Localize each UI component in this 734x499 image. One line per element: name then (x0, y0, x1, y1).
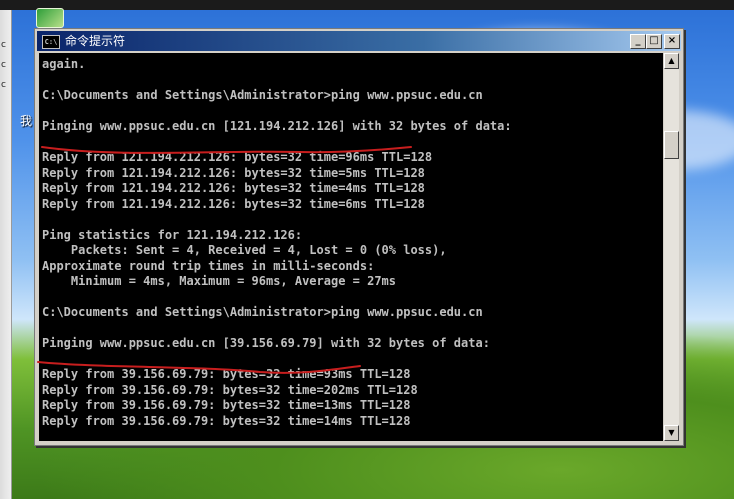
console-line: Reply from 121.194.212.126: bytes=32 tim… (42, 165, 425, 180)
console-line: Packets: Sent = 4, Received = 4, Lost = … (70, 243, 447, 257)
close-button[interactable]: × (664, 34, 680, 49)
console-line: Pinging www.ppsuc.edu.cn [39.156.69.79] … (42, 336, 490, 350)
console-line: Reply from 39.156.69.79: bytes=32 time=2… (42, 382, 418, 397)
console-line: again. (42, 57, 86, 71)
maximize-button[interactable]: □ (646, 34, 662, 49)
scroll-down-button[interactable]: ▼ (664, 425, 679, 441)
console-line: Reply from 39.156.69.79: bytes=32 time=1… (42, 413, 411, 428)
scroll-up-button[interactable]: ▲ (664, 53, 679, 69)
console-line: C:\Documents and Settings\Administrator>… (42, 88, 483, 102)
vertical-scrollbar[interactable]: ▲ ▼ (664, 53, 679, 441)
left-window-edge: c c c (0, 10, 12, 499)
console-line: Reply from 39.156.69.79: bytes=32 time=1… (42, 398, 411, 412)
console-text[interactable]: again. C:\Documents and Settings\Adminis… (39, 53, 663, 429)
console-line: Reply from 121.194.212.126: bytes=32 tim… (42, 181, 425, 195)
console-line: Approximate round trip times in milli-se… (42, 258, 375, 273)
console-line: Reply from 121.194.212.126: bytes=32 tim… (42, 196, 425, 211)
desktop-icon-label[interactable]: 我 (20, 112, 32, 129)
window-title: 命令提示符 (65, 34, 126, 48)
console-line: Minimum = 4ms, Maximum = 96ms, Average =… (70, 274, 397, 288)
console-line: Reply from 121.194.212.126: bytes=32 tim… (42, 150, 433, 164)
minimize-button[interactable]: _ (630, 34, 646, 49)
console-output[interactable]: again. C:\Documents and Settings\Adminis… (39, 53, 663, 441)
top-bar (0, 0, 734, 10)
console-line: Reply from 39.156.69.79: bytes=32 time=9… (42, 367, 411, 381)
cmd-icon[interactable]: C:\ (42, 35, 60, 49)
console-line: Ping statistics for 121.194.212.126: (42, 227, 303, 242)
left-strip-char: c (1, 40, 6, 50)
desktop-icon[interactable] (36, 8, 64, 28)
console-line: Pinging www.ppsuc.edu.cn [121.194.212.12… (42, 119, 512, 133)
left-strip-char: c (1, 60, 6, 70)
command-prompt-window[interactable]: C:\ 命令提示符 _ □ × again. C:\Documents and … (34, 28, 684, 446)
title-bar[interactable]: C:\ 命令提示符 _ □ × (37, 31, 681, 51)
left-strip-char: c (1, 80, 6, 90)
scroll-thumb[interactable] (664, 131, 679, 159)
console-line: C:\Documents and Settings\Administrator>… (42, 305, 483, 319)
